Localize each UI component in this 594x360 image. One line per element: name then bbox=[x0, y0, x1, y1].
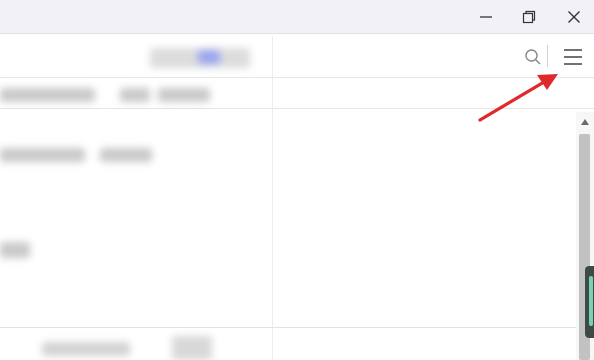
side-panel-tab[interactable] bbox=[585, 266, 594, 338]
scroll-up-arrow-icon bbox=[581, 119, 589, 125]
secondary-bar bbox=[0, 79, 594, 109]
blurred-text bbox=[42, 342, 130, 356]
restore-icon bbox=[522, 10, 536, 24]
search-icon bbox=[525, 49, 541, 65]
restore-button[interactable] bbox=[506, 0, 552, 34]
minimize-icon bbox=[480, 16, 492, 18]
close-button[interactable] bbox=[551, 0, 594, 34]
window-titlebar bbox=[0, 0, 594, 34]
hamburger-menu-icon bbox=[564, 49, 582, 65]
blurred-text bbox=[100, 148, 152, 162]
minimize-button[interactable] bbox=[463, 0, 509, 34]
scroll-up-button[interactable] bbox=[576, 116, 594, 128]
menu-button[interactable] bbox=[560, 44, 586, 70]
blurred-text bbox=[0, 148, 85, 162]
toolbar bbox=[0, 35, 594, 78]
close-icon bbox=[568, 11, 580, 23]
search-button[interactable] bbox=[522, 46, 544, 68]
blurred-button bbox=[172, 336, 212, 360]
main-content bbox=[273, 110, 576, 360]
blurred-text bbox=[0, 242, 30, 258]
side-panel-tab-accent bbox=[589, 276, 593, 326]
content-divider bbox=[0, 327, 594, 328]
toolbar-divider bbox=[547, 45, 548, 67]
